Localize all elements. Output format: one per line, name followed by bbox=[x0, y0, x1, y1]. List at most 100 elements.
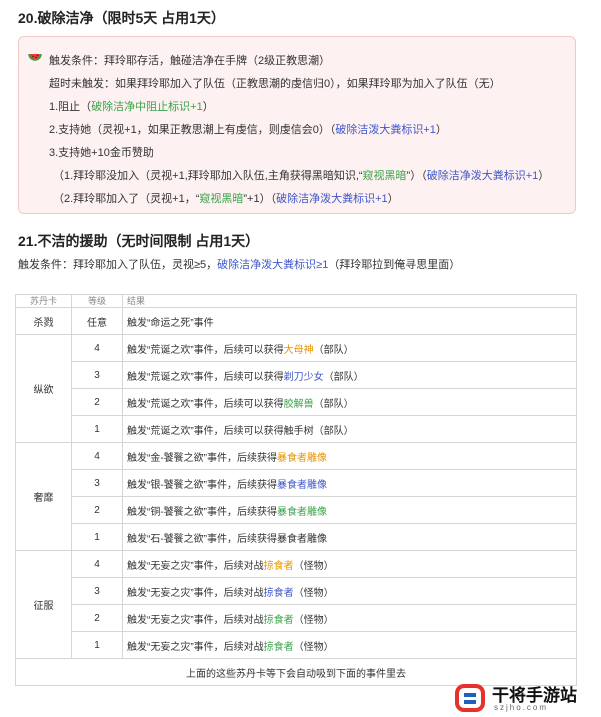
option-2: 2.支持她（灵视+1，如果正教思潮上有虔信，则虔信会0）（破除洁泼大粪标识+1） bbox=[49, 121, 447, 137]
sultan-card-table: 苏丹卡 等级 结果 杀戮 任意 触发“命运之死”事件 纵欲 4 触发“荒诞之欢”事件… bbox=[15, 294, 577, 686]
result-cell: 触发“荒诞之欢”事件，后续可以获得触手树（部队） bbox=[122, 415, 577, 443]
result-text: 触发“荒诞之欢”事件，后续可以获得 bbox=[127, 398, 284, 410]
table-row: 2 触发“铜-饕餮之欲”事件，后续获得暴食者雕像 bbox=[16, 496, 577, 524]
result-cell: 触发“金-饕餮之欲”事件，后续获得暴食者雕像 bbox=[122, 442, 577, 470]
req-text: 触发条件：拜玲耶加入了队伍，灵视≥5， bbox=[18, 259, 218, 271]
level-cell: 4 bbox=[71, 442, 123, 470]
result-highlight: 大母神 bbox=[283, 344, 314, 356]
table-row: 纵欲 4 触发“荒诞之欢”事件，后续可以获得大母神（部队） bbox=[15, 334, 577, 443]
result-text: 触发“无妄之灾”事件，后续对战 bbox=[127, 614, 264, 626]
sub-2-text: （2.拜玲耶加入了（灵视+1，“ bbox=[53, 193, 200, 205]
event-callout: 触发条件：拜玲耶存活，触碰洁净在手牌（2级正教思潮） 超时未触发：如果拜玲耶加入… bbox=[18, 36, 576, 214]
site-watermark: 干将手游站 szjho.com bbox=[452, 678, 598, 716]
option-2-end: ） bbox=[435, 124, 447, 136]
result-cell: 触发“荒诞之欢”事件，后续可以获得剃刀少女（部队） bbox=[122, 361, 577, 389]
level-cell: 1 bbox=[71, 523, 123, 551]
table-row: 2 触发“无妄之灾”事件，后续对战掠食者（怪物） bbox=[16, 604, 577, 632]
sub-2-flag: 破除洁净泼大粪标识+1 bbox=[276, 193, 388, 205]
result-text: 触发“荒诞之欢”事件，后续可以获得 bbox=[127, 344, 284, 356]
level-cell: 2 bbox=[71, 388, 123, 416]
result-suffix: （怪物） bbox=[293, 641, 334, 653]
level-cell: 2 bbox=[71, 604, 123, 632]
site-logo-icon bbox=[455, 684, 485, 712]
result-text: 触发“石-饕餮之欲”事件，后续获得暴食者雕像 bbox=[127, 533, 327, 545]
level-cell: 4 bbox=[71, 334, 123, 362]
result-cell: 触发“石-饕餮之欲”事件，后续获得暴食者雕像 bbox=[122, 523, 577, 551]
option-3-sub-1: （1.拜玲耶没加入（灵视+1,拜玲耶加入队伍,主角获得黑暗知识,“窥视黑暗”）（… bbox=[53, 167, 549, 183]
result-text: 触发“铜-饕餮之欲”事件，后续获得 bbox=[127, 506, 277, 518]
result-cell: 触发“无妄之灾”事件，后续对战掠食者（怪物） bbox=[122, 550, 577, 578]
level-cell: 1 bbox=[71, 631, 123, 659]
watermark-site: szjho.com bbox=[494, 703, 549, 712]
result-text: 触发“荒诞之欢”事件，后续可以获得 bbox=[127, 371, 284, 383]
option-3: 3.支持她+10金币赞助 bbox=[49, 147, 154, 159]
result-text: 触发“无妄之灾”事件，后续对战 bbox=[127, 641, 264, 653]
table-header: 苏丹卡 等级 结果 bbox=[15, 294, 577, 308]
option-3-sub-2: （2.拜玲耶加入了（灵视+1，“窥视黑暗”+1）（破除洁净泼大粪标识+1） bbox=[53, 190, 399, 206]
result-suffix: （部队） bbox=[323, 371, 364, 383]
card-kill: 杀戮 bbox=[15, 307, 72, 335]
level-cell: 2 bbox=[71, 496, 123, 524]
table-row: 杀戮 任意 触发“命运之死”事件 bbox=[15, 307, 577, 335]
card-shemi: 奢靡 bbox=[15, 442, 72, 551]
trigger-condition: 触发条件：拜玲耶存活，触碰洁净在手牌（2级正教思潮） bbox=[49, 55, 331, 67]
result-cell: 触发“荒诞之欢”事件，后续可以获得胶解兽（部队） bbox=[122, 388, 577, 416]
header-card: 苏丹卡 bbox=[15, 294, 72, 308]
level-cell: 3 bbox=[71, 577, 123, 605]
level-cell: 4 bbox=[71, 550, 123, 578]
result-suffix: （怪物） bbox=[293, 560, 334, 572]
sub-2-highlight: 窥视黑暗 bbox=[199, 193, 244, 205]
result-cell: 触发“无妄之灾”事件，后续对战掠食者（怪物） bbox=[122, 631, 577, 659]
table-row: 3 触发“无妄之灾”事件，后续对战掠食者（怪物） bbox=[16, 577, 577, 605]
option-2-flag: 破除洁泼大粪标识+1 bbox=[335, 124, 436, 136]
sub-1-flag: 破除洁净泼大粪标识+1 bbox=[426, 170, 539, 182]
table-row: 1 触发“石-饕餮之欲”事件，后续获得暴食者雕像 bbox=[16, 523, 577, 551]
table-row: 3 触发“银-饕餮之欲”事件，后续获得暴食者雕像 bbox=[16, 469, 577, 497]
option-1: 1.阻止（破除洁净中阻止标识+1） bbox=[49, 98, 214, 114]
card-zongyu: 纵欲 bbox=[15, 334, 72, 443]
option-2-text: 2.支持她（灵视+1，如果正教思潮上有虔信，则虔信会0）（ bbox=[49, 124, 336, 136]
result-suffix: （怪物） bbox=[293, 614, 334, 626]
result-cell: 触发“铜-饕餮之欲”事件，后续获得暴食者雕像 bbox=[122, 496, 577, 524]
card-zhengfu: 征服 bbox=[15, 550, 72, 659]
watermelon-icon bbox=[28, 53, 42, 61]
option-1-text: 1.阻止（ bbox=[49, 101, 92, 113]
table-row: 1 触发“荒诞之欢”事件，后续可以获得触手树（部队） bbox=[16, 415, 577, 443]
result-text: 触发“无妄之灾”事件，后续对战 bbox=[127, 587, 264, 599]
header-result: 结果 bbox=[122, 294, 577, 308]
level-cell: 1 bbox=[71, 415, 123, 443]
result-highlight: 掠食者 bbox=[263, 587, 294, 599]
result-cell: 触发“命运之死”事件 bbox=[122, 307, 577, 335]
section-21-title: 21.不洁的援助（无时间限制 占用1天） bbox=[18, 233, 260, 249]
table-row: 2 触发“荒诞之欢”事件，后续可以获得胶解兽（部队） bbox=[16, 388, 577, 416]
result-highlight: 掠食者 bbox=[263, 641, 294, 653]
option-1-end: ） bbox=[202, 101, 214, 113]
sub-1-mid: ”）（ bbox=[406, 170, 427, 182]
sub-2-end: ） bbox=[387, 193, 399, 205]
sub-1-text: （1.拜玲耶没加入（灵视+1,拜玲耶加入队伍,主角获得黑暗知识,“ bbox=[53, 170, 363, 182]
table-row: 3 触发“荒诞之欢”事件，后续可以获得剃刀少女（部队） bbox=[16, 361, 577, 389]
result-highlight: 胶解兽 bbox=[283, 398, 314, 410]
result-cell: 触发“无妄之灾”事件，后续对战掠食者（怪物） bbox=[122, 577, 577, 605]
section-20-title: 20.破除洁净（限时5天 占用1天） bbox=[18, 10, 225, 26]
result-cell: 触发“无妄之灾”事件，后续对战掠食者（怪物） bbox=[122, 604, 577, 632]
result-highlight: 掠食者 bbox=[263, 614, 294, 626]
table-row: 奢靡 4 触发“金-饕餮之欲”事件，后续获得暴食者雕像 bbox=[15, 442, 577, 551]
result-highlight: 剃刀少女 bbox=[283, 371, 324, 383]
sub-2-mid: ”+1）（ bbox=[243, 193, 277, 205]
table-row: 征服 4 触发“无妄之灾”事件，后续对战掠食者（怪物） bbox=[15, 550, 577, 659]
req-end: （拜玲耶拉到俺寻思里面） bbox=[328, 259, 461, 271]
level-cell: 3 bbox=[71, 361, 123, 389]
result-suffix: （怪物） bbox=[293, 587, 334, 599]
table-row: 1 触发“无妄之灾”事件，后续对战掠食者（怪物） bbox=[16, 631, 577, 659]
result-text: 触发“银-饕餮之欲”事件，后续获得 bbox=[127, 479, 277, 491]
result-highlight: 暴食者雕像 bbox=[277, 506, 327, 518]
result-highlight: 掠食者 bbox=[263, 560, 294, 572]
sub-1-highlight: 窥视黑暗 bbox=[362, 170, 407, 182]
timeout-condition: 超时未触发：如果拜玲耶加入了队伍（正教思潮的虔信归0），如果拜玲耶为加入了队伍（… bbox=[49, 78, 501, 90]
level-cell: 任意 bbox=[71, 307, 123, 335]
result-text: 触发“荒诞之欢”事件，后续可以获得触手树（部队） bbox=[127, 425, 354, 437]
result-suffix: （部队） bbox=[313, 344, 354, 356]
result-cell: 触发“银-饕餮之欲”事件，后续获得暴食者雕像 bbox=[122, 469, 577, 497]
result-highlight: 暴食者雕像 bbox=[277, 452, 327, 464]
